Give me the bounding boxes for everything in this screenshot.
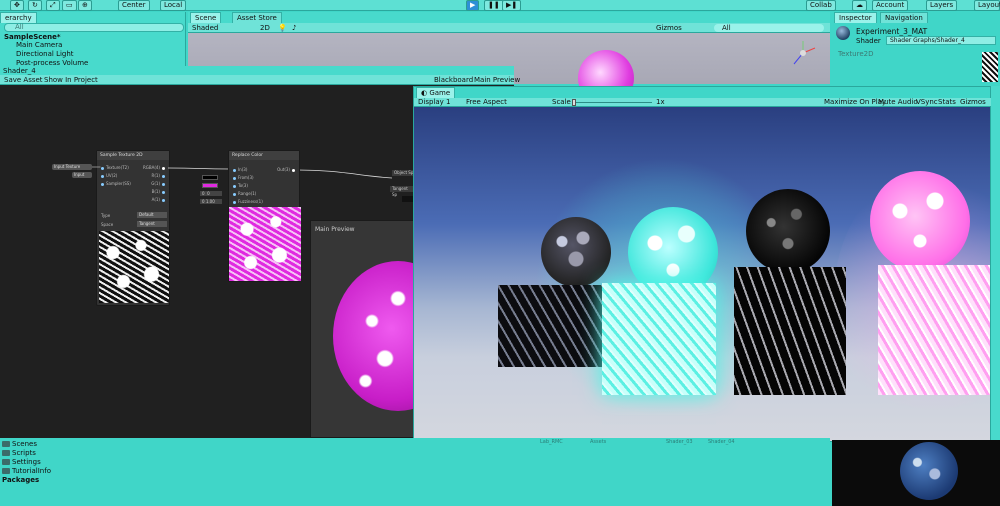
texture-label: Texture2D	[838, 50, 874, 58]
folder-icon	[2, 468, 10, 474]
cyan-cube	[602, 283, 716, 395]
pink-sphere	[870, 171, 970, 271]
layers-dropdown[interactable]: Layers	[926, 0, 958, 11]
preview-sphere	[900, 442, 958, 500]
project-packages[interactable]: Packages	[2, 476, 39, 484]
asset-label-4[interactable]: Shader_04	[708, 439, 735, 445]
port-in[interactable]: In(3)	[231, 167, 247, 172]
dark-sphere-left	[541, 217, 611, 287]
pivot-toggle[interactable]: Center	[118, 0, 150, 11]
layout-dropdown[interactable]: Layout	[974, 0, 1000, 11]
asset-label-3[interactable]: Shader_03	[666, 439, 693, 445]
port-to[interactable]: To(3)	[231, 183, 248, 188]
transform-tool-icon[interactable]: ⊕	[78, 0, 92, 11]
fuzziness-value-field[interactable]: 0 1.00	[200, 199, 222, 204]
account-dropdown[interactable]: Account	[872, 0, 909, 11]
main-preview-panel[interactable]: Main Preview	[310, 220, 463, 438]
2d-toggle[interactable]: 2D	[260, 24, 270, 32]
shader-dropdown[interactable]: Shader Graphs/Shader_4	[886, 36, 996, 45]
port-out[interactable]: Out(3)	[277, 167, 297, 172]
scale-tool-icon[interactable]: ⤢	[46, 0, 60, 11]
main-toolbar: ✥ ↻ ⤢ ▭ ⊕ Center Local ▶ ❚❚ ▶❚ Collab ☁ …	[0, 0, 1000, 11]
side-strip	[991, 86, 1000, 442]
folder-icon	[2, 450, 10, 456]
black-sphere	[746, 189, 830, 273]
replace-color-node[interactable]: Replace Color In(3) From(3) To(3) Range(…	[228, 150, 301, 282]
maximize-on-play-toggle[interactable]: Maximize On Play	[824, 98, 886, 106]
dark-cube-left	[498, 285, 608, 367]
scene-name[interactable]: SampleScene*	[4, 33, 61, 41]
master-port-object-space[interactable]: Object Sp	[392, 170, 414, 176]
replace-node-preview	[229, 207, 301, 281]
pause-button[interactable]: ❚❚	[484, 0, 504, 11]
stats-toggle[interactable]: Stats	[938, 98, 956, 106]
rect-tool-icon[interactable]: ▭	[62, 0, 77, 11]
scale-label: Scale	[552, 98, 571, 106]
scene-orientation-gizmo[interactable]	[788, 38, 818, 68]
scale-slider[interactable]	[572, 99, 652, 106]
hierarchy-item-main-camera[interactable]: Main Camera	[16, 41, 62, 49]
hierarchy-item-directional-light[interactable]: Directional Light	[16, 50, 74, 58]
asset-label-2[interactable]: Assets	[590, 439, 606, 445]
shading-mode-dropdown[interactable]: Shaded	[192, 24, 218, 32]
mute-audio-toggle[interactable]: Mute Audio	[878, 98, 918, 106]
play-button[interactable]: ▶	[466, 0, 480, 11]
audio-toggle-icon[interactable]: ♪	[292, 24, 296, 32]
scale-value: 1x	[656, 98, 665, 106]
hierarchy-search-input[interactable]: All	[4, 23, 184, 32]
inspector-texture-preview	[982, 52, 998, 82]
scene-search-input[interactable]: All	[714, 24, 824, 32]
material-name[interactable]: Experiment_3_MAT	[856, 27, 927, 36]
tab-game[interactable]: ◐ Game	[416, 87, 456, 98]
range-value-field[interactable]: 0 0	[200, 191, 222, 196]
gizmos-dropdown[interactable]: Gizmos	[960, 98, 986, 106]
node-title: Replace Color	[229, 151, 299, 160]
pink-cube	[878, 265, 990, 395]
display-dropdown[interactable]: Display 1	[418, 98, 450, 106]
project-folder-scenes[interactable]: Scenes	[2, 440, 37, 448]
inspector-material-preview	[832, 440, 1000, 506]
game-window: ◐ Game Display 1 Free Aspect Scale 1x Ma…	[413, 86, 992, 442]
folder-icon	[2, 459, 10, 465]
tab-hierarchy[interactable]: erarchy	[0, 12, 37, 23]
tab-navigation[interactable]: Navigation	[880, 12, 928, 23]
project-folder-tutorialinfo[interactable]: TutorialInfo	[2, 467, 51, 475]
asset-label-1[interactable]: Lab_RMC	[540, 439, 563, 445]
hierarchy-panel: erarchy All SampleScene* Main Camera Dir…	[0, 12, 186, 68]
shader-label: Shader	[856, 37, 881, 45]
material-preview-icon	[836, 26, 850, 40]
port-from[interactable]: From(3)	[231, 175, 254, 180]
space-toggle[interactable]: Local	[160, 0, 187, 11]
tab-inspector[interactable]: Inspector	[834, 12, 877, 23]
cloud-icon[interactable]: ☁	[852, 0, 867, 11]
black-cube	[734, 267, 846, 395]
game-viewport[interactable]	[414, 107, 990, 441]
main-preview-title: Main Preview	[315, 226, 355, 233]
vsync-toggle[interactable]: VSync	[916, 98, 938, 106]
project-panel: Scenes Scripts Settings TutorialInfo Pac…	[0, 438, 830, 506]
step-button[interactable]: ▶❚	[502, 0, 522, 11]
port-range[interactable]: Range(1)	[231, 191, 256, 196]
tab-scene[interactable]: Scene	[190, 12, 222, 23]
inspector-panel: Inspector Navigation Experiment_3_MAT Sh…	[832, 12, 1000, 84]
project-folder-scripts[interactable]: Scripts	[2, 449, 36, 457]
master-port-tangent-space[interactable]: Tangent Sp	[390, 186, 414, 197]
game-tab-icon: ◐	[421, 89, 428, 97]
collab-button[interactable]: Collab	[806, 0, 836, 11]
tab-asset-store[interactable]: Asset Store	[232, 12, 282, 23]
scale-slider-thumb[interactable]	[572, 99, 576, 106]
rotate-tool-icon[interactable]: ↻	[28, 0, 42, 11]
to-color-swatch[interactable]	[202, 183, 218, 188]
lighting-toggle-icon[interactable]: 💡	[278, 24, 287, 32]
from-color-swatch[interactable]	[202, 175, 218, 180]
project-folder-settings[interactable]: Settings	[2, 458, 41, 466]
aspect-dropdown[interactable]: Free Aspect	[466, 98, 507, 106]
port-fuzziness[interactable]: Fuzziness(1)	[231, 199, 263, 204]
folder-icon	[2, 441, 10, 447]
gizmos-dropdown[interactable]: Gizmos	[656, 24, 682, 32]
move-tool-icon[interactable]: ✥	[10, 0, 24, 11]
